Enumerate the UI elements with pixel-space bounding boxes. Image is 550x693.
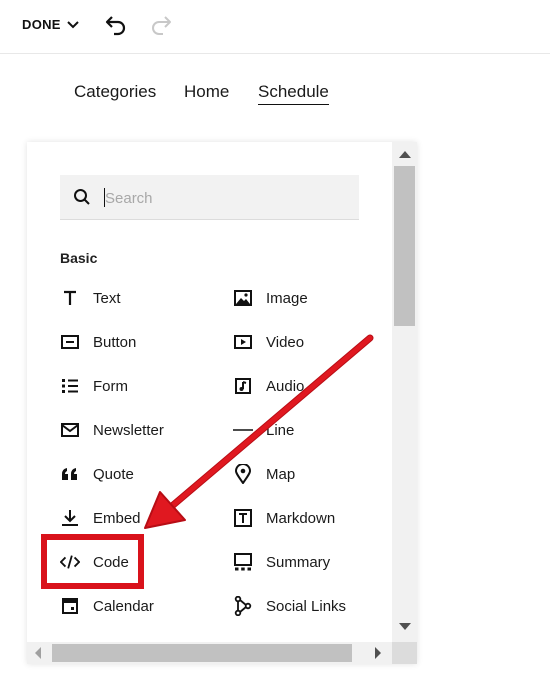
- line-icon: [233, 420, 253, 440]
- block-image[interactable]: Image: [233, 286, 308, 310]
- block-label: Map: [266, 465, 296, 483]
- search-input[interactable]: [105, 186, 335, 210]
- image-icon: [233, 288, 253, 308]
- block-label: Form: [93, 377, 128, 395]
- chevron-down-icon: [67, 20, 79, 28]
- block-label: Calendar: [93, 597, 154, 615]
- redo-icon: [152, 16, 171, 35]
- block-calendar[interactable]: Calendar: [60, 594, 154, 618]
- block-label: Social Links: [266, 597, 347, 615]
- horizontal-scroll-thumb[interactable]: [52, 644, 352, 662]
- video-icon: [233, 332, 253, 352]
- block-line[interactable]: Line: [233, 418, 294, 442]
- block-label: Image: [266, 289, 308, 307]
- block-form[interactable]: Form: [60, 374, 128, 398]
- block-markdown[interactable]: Markdown: [233, 506, 335, 530]
- nav-item-schedule[interactable]: Schedule: [258, 82, 329, 105]
- map-pin-icon: [233, 464, 253, 484]
- search-icon: [74, 189, 90, 205]
- summary-icon: [233, 552, 253, 572]
- envelope-icon: [60, 420, 80, 440]
- download-icon: [60, 508, 80, 528]
- add-block-panel: Basic Text Button Form Newsletter Quote: [27, 142, 417, 664]
- block-label: Markdown: [266, 509, 336, 527]
- scroll-up-arrow-icon[interactable]: [399, 151, 411, 158]
- block-label: Text: [93, 289, 121, 307]
- scroll-left-arrow-icon[interactable]: [35, 647, 41, 659]
- editor-toolbar: DONE: [0, 0, 550, 54]
- block-embed[interactable]: Embed: [60, 506, 141, 530]
- block-video[interactable]: Video: [233, 330, 304, 354]
- block-newsletter[interactable]: Newsletter: [60, 418, 164, 442]
- code-icon: [60, 552, 80, 572]
- vertical-scrollbar[interactable]: [392, 142, 417, 642]
- block-code[interactable]: Code: [60, 550, 129, 574]
- block-label: Quote: [93, 465, 134, 483]
- block-label: Line: [266, 421, 295, 439]
- horizontal-scrollbar[interactable]: [27, 642, 392, 664]
- block-label: Embed: [93, 509, 141, 527]
- section-title-basic: Basic: [60, 250, 98, 266]
- calendar-icon: [60, 596, 80, 616]
- block-audio[interactable]: Audio: [233, 374, 304, 398]
- nav-item-categories[interactable]: Categories: [74, 82, 156, 102]
- scrollbar-corner: [392, 642, 417, 664]
- text-icon: [60, 288, 80, 308]
- button-icon: [60, 332, 80, 352]
- markdown-icon: [233, 508, 253, 528]
- block-map[interactable]: Map: [233, 462, 295, 486]
- block-social-links[interactable]: Social Links: [233, 594, 346, 618]
- block-label: Audio: [266, 377, 305, 395]
- block-button[interactable]: Button: [60, 330, 136, 354]
- audio-icon: [233, 376, 253, 396]
- block-quote[interactable]: Quote: [60, 462, 134, 486]
- nav-item-home[interactable]: Home: [184, 82, 229, 102]
- block-text[interactable]: Text: [60, 286, 121, 310]
- block-summary[interactable]: Summary: [233, 550, 330, 574]
- redo-button[interactable]: [149, 14, 173, 41]
- undo-icon: [105, 16, 126, 36]
- block-label: Code: [93, 553, 129, 571]
- scroll-right-arrow-icon[interactable]: [375, 647, 381, 659]
- block-label: Summary: [266, 553, 331, 571]
- search-bar: [60, 175, 359, 220]
- block-label: Button: [93, 333, 137, 351]
- block-label: Newsletter: [93, 421, 164, 439]
- scroll-down-arrow-icon[interactable]: [399, 623, 411, 630]
- block-label: Video: [266, 333, 305, 351]
- done-button[interactable]: DONE: [22, 17, 79, 32]
- quote-icon: [60, 464, 80, 484]
- done-label: DONE: [22, 17, 61, 32]
- vertical-scroll-thumb[interactable]: [394, 166, 415, 326]
- undo-button[interactable]: [104, 14, 128, 41]
- form-icon: [60, 376, 80, 396]
- social-links-icon: [233, 596, 253, 616]
